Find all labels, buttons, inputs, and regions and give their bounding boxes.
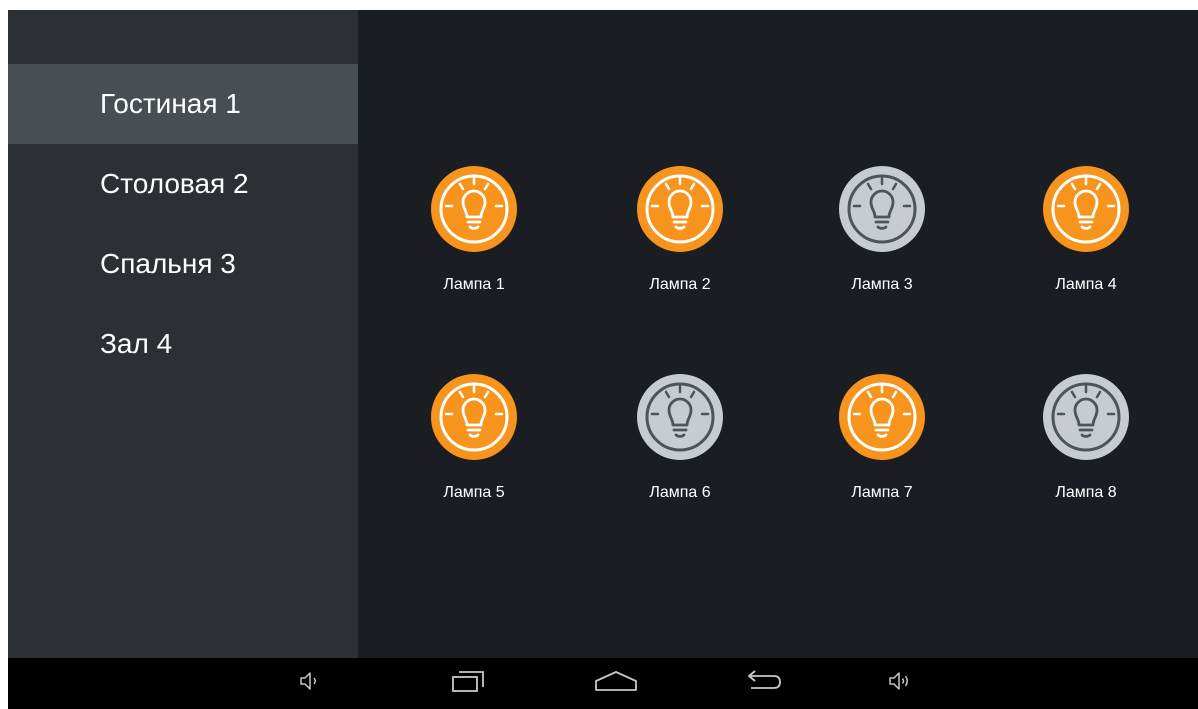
lamp-label: Лампа 2 [649,276,711,293]
lightbulb-icon[interactable] [839,166,925,252]
back-icon [741,668,785,699]
volume-up-button[interactable] [870,658,930,709]
lamp-label: Лампа 1 [443,276,505,293]
room-item-stolovaya[interactable]: Столовая 2 [8,144,358,224]
lamp-grid: Лампа 1 Лампа 2 Лампа 3 Лампа 4 Лампа 5 … [358,10,1198,658]
home-icon [592,668,640,699]
volume-down-icon [297,668,323,699]
lamp-label: Лампа 3 [851,276,913,293]
lightbulb-icon[interactable] [637,166,723,252]
volume-up-icon [886,668,914,699]
lightbulb-icon[interactable] [637,374,723,460]
lamp-tile[interactable]: Лампа 3 [802,166,962,326]
lamp-tile[interactable]: Лампа 6 [600,374,760,534]
recent-apps-button[interactable] [428,658,508,709]
lamp-label: Лампа 6 [649,484,711,501]
lamp-label: Лампа 4 [1055,276,1117,293]
room-list: Гостиная 1 Столовая 2 Спальня 3 Зал 4 [8,64,358,384]
lamp-tile[interactable]: Лампа 1 [394,166,554,326]
lamp-tile[interactable]: Лампа 8 [1006,374,1166,534]
back-button[interactable] [723,658,803,709]
lamp-tile[interactable]: Лампа 4 [1006,166,1166,326]
lightbulb-icon[interactable] [1043,166,1129,252]
room-item-gostinaya[interactable]: Гостиная 1 [8,64,358,144]
lightbulb-icon[interactable] [431,374,517,460]
lightbulb-icon[interactable] [1043,374,1129,460]
lamp-tile[interactable]: Лампа 2 [600,166,760,326]
lamp-label: Лампа 8 [1055,484,1117,501]
recent-apps-icon [448,668,488,699]
app-window: Гостиная 1 Столовая 2 Спальня 3 Зал 4 Ла… [8,10,1198,658]
device-screen: Гостиная 1 Столовая 2 Спальня 3 Зал 4 Ла… [8,10,1198,709]
volume-down-button[interactable] [280,658,340,709]
lamp-tile[interactable]: Лампа 5 [394,374,554,534]
room-item-spalnya[interactable]: Спальня 3 [8,224,358,304]
home-button[interactable] [576,658,656,709]
system-navigation-bar [8,658,1198,709]
lamp-tile[interactable]: Лампа 7 [802,374,962,534]
lightbulb-icon[interactable] [431,166,517,252]
lamp-label: Лампа 5 [443,484,505,501]
room-sidebar: Гостиная 1 Столовая 2 Спальня 3 Зал 4 [8,10,358,658]
lightbulb-icon[interactable] [839,374,925,460]
lamp-label: Лампа 7 [851,484,913,501]
room-item-zal[interactable]: Зал 4 [8,304,358,384]
